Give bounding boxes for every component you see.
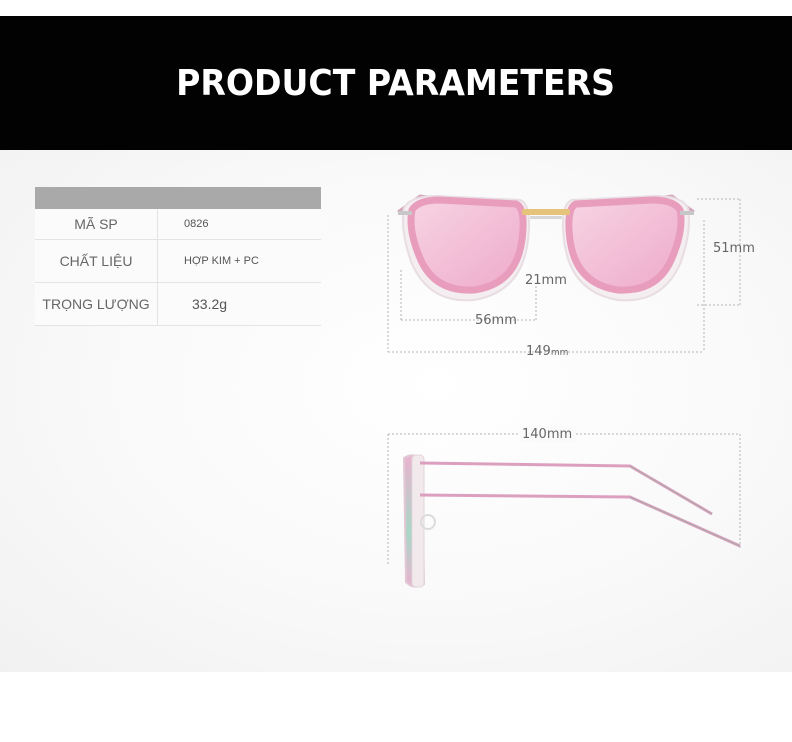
right-lens	[565, 196, 685, 294]
bottom-spacer	[0, 672, 792, 742]
right-hinge-tip	[680, 211, 694, 215]
lens-height-label: 51mm	[713, 241, 755, 256]
side-view-glasses	[402, 454, 741, 588]
frame-width-label: 149mm	[526, 344, 568, 359]
left-hinge-tip	[398, 211, 412, 215]
glasses-diagram: 51mm 21mm 56mm 149mm 140mm	[387, 194, 755, 588]
side-frame	[411, 454, 425, 588]
lens-width-label: 56mm	[475, 313, 517, 328]
temple-length-label: 140mm	[522, 427, 572, 442]
bridge-top	[522, 209, 570, 215]
left-lens	[407, 196, 527, 294]
bridge-bottom	[530, 216, 562, 219]
frame-width-number: 149	[526, 344, 551, 359]
frame-width-unit: mm	[551, 348, 569, 358]
bridge-width-label: 21mm	[525, 273, 567, 288]
